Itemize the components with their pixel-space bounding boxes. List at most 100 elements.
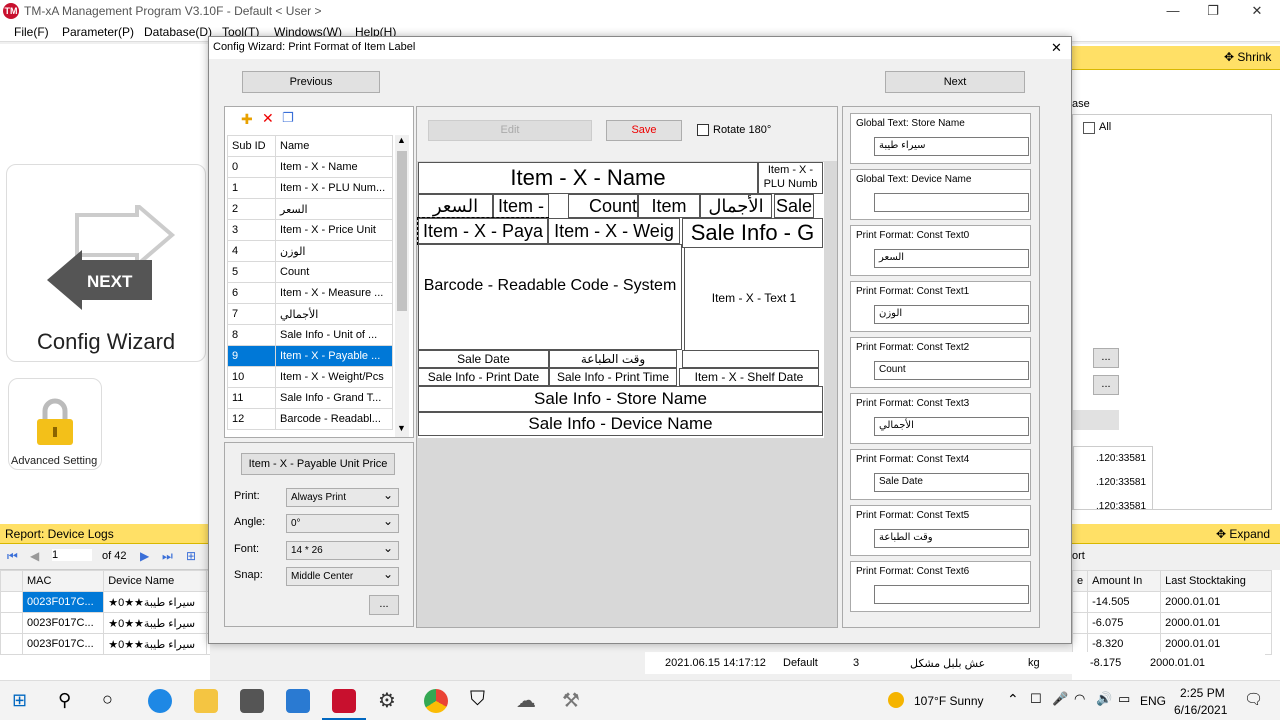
next-button[interactable]: Next xyxy=(885,71,1025,93)
menu-parameter[interactable]: Parameter(P) xyxy=(62,25,134,39)
label-field-barcode[interactable]: Barcode - Readable Code - System xyxy=(418,244,682,350)
col-last-stocktaking[interactable]: Last Stocktaking xyxy=(1160,570,1272,592)
mail-icon[interactable] xyxy=(286,689,310,713)
global-text-input[interactable]: السعر xyxy=(874,249,1029,268)
edit-button[interactable]: Edit xyxy=(428,120,592,141)
label-field-item-short[interactable]: Item - xyxy=(493,194,549,218)
label-field-store-name[interactable]: Sale Info - Store Name xyxy=(418,386,823,412)
prev-page-icon[interactable]: ◀ xyxy=(30,549,39,563)
save-button[interactable]: Save xyxy=(606,120,682,141)
task-view-icon[interactable]: ○ xyxy=(102,689,113,710)
list-item[interactable]: 5 Count xyxy=(227,261,393,283)
list-item[interactable]: 9 Item - X - Payable ... xyxy=(227,345,393,367)
first-page-icon[interactable]: ⏮ xyxy=(7,549,18,564)
label-field-text1[interactable]: Item - X - Text 1 xyxy=(684,248,823,350)
label-field-sale-date[interactable]: Sale Date xyxy=(418,350,549,368)
file-explorer-icon[interactable] xyxy=(194,689,218,713)
table-row[interactable]: 0023F017C...★0★★سيراء طيبة44 xyxy=(0,591,210,613)
battery-icon[interactable]: ▭ xyxy=(1118,691,1130,707)
global-text-input[interactable]: وقت الطباعة xyxy=(874,529,1029,548)
label-field-name[interactable]: Item - X - Name xyxy=(418,162,758,194)
list-item[interactable]: 10 Item - X - Weight/Pcs xyxy=(227,366,393,388)
tool-app-icon[interactable]: ⚒ xyxy=(562,688,580,713)
menu-database[interactable]: Database(D) xyxy=(144,25,212,39)
label-field-payable[interactable]: Item - X - Paya xyxy=(417,217,549,245)
col-sub-id[interactable]: Sub ID xyxy=(227,135,276,157)
label-field-shelf-date[interactable]: Item - X - Shelf Date xyxy=(679,368,819,386)
dialog-close-button[interactable]: ✕ xyxy=(1051,40,1062,56)
label-field-weight[interactable]: Item - X - Weig xyxy=(548,218,680,244)
table-row[interactable]: 0023F017C...★0★★سيراء طيبة42 xyxy=(0,633,210,655)
language-indicator[interactable]: ENG xyxy=(1140,694,1166,708)
label-field-print-date[interactable]: Sale Info - Print Date xyxy=(418,368,549,386)
list-item[interactable]: 11 Sale Info - Grand T... xyxy=(227,387,393,409)
tm-app-icon[interactable] xyxy=(332,689,356,713)
advanced-setting-tile[interactable]: Advanced Setting xyxy=(8,378,102,470)
angle-select[interactable]: 0° xyxy=(286,514,399,533)
label-field-item[interactable]: Item xyxy=(638,194,700,218)
list-item[interactable]: 12 Barcode - Readabl... xyxy=(227,408,393,430)
list-item[interactable]: 0 Item - X - Name xyxy=(227,156,393,178)
edge-icon[interactable] xyxy=(148,689,172,713)
copy-icon[interactable]: ❐ xyxy=(282,110,294,126)
list-item[interactable]: 1 Item - X - PLU Num... xyxy=(227,177,393,199)
list-item[interactable]: 4 الوزن xyxy=(227,240,393,262)
list-item[interactable]: 3 Item - X - Price Unit xyxy=(227,219,393,241)
selected-item-button[interactable]: Item - X - Payable Unit Price xyxy=(241,453,395,475)
wifi-icon[interactable]: ◠ xyxy=(1074,691,1085,707)
col-amount-in[interactable]: Amount In xyxy=(1087,570,1162,592)
clock-date[interactable]: 6/16/2021 xyxy=(1174,703,1227,717)
config-wizard-tile[interactable]: NEXT Config Wizard xyxy=(6,164,206,362)
global-text-input[interactable] xyxy=(874,193,1029,212)
list-item[interactable]: 2 السعر xyxy=(227,198,393,220)
font-select[interactable]: 14 * 26 xyxy=(286,541,399,560)
security-shield-icon[interactable]: ⛉ xyxy=(470,688,485,711)
print-select[interactable]: Always Print xyxy=(286,488,399,507)
label-field-device-name[interactable]: Sale Info - Device Name xyxy=(418,412,823,436)
close-app-button[interactable]: ✕ xyxy=(1234,0,1280,22)
rotate-checkbox[interactable] xyxy=(697,124,709,136)
label-field-empty[interactable] xyxy=(682,350,819,368)
col-name[interactable]: Name xyxy=(275,135,393,157)
search-icon[interactable]: ⚲ xyxy=(58,690,71,711)
label-field-print-time-ar[interactable]: وقت الطباعة xyxy=(549,350,677,368)
global-text-input[interactable]: الأجمالي xyxy=(874,417,1029,436)
global-text-input[interactable]: الوزن xyxy=(874,305,1029,324)
global-text-input[interactable] xyxy=(874,585,1029,604)
weather-text[interactable]: 107°F Sunny xyxy=(914,694,984,708)
cloud-app-icon[interactable]: ☁ xyxy=(516,688,536,713)
label-field-price[interactable]: السعر xyxy=(418,194,493,218)
label-field-total[interactable]: الأجمال xyxy=(700,194,772,218)
col-device-name[interactable]: Device Name xyxy=(103,570,208,592)
previous-button[interactable]: Previous xyxy=(242,71,380,93)
all-checkbox[interactable] xyxy=(1083,122,1095,134)
export-icon[interactable]: ⊞ xyxy=(186,549,196,563)
table-row[interactable]: -14.505 2000.01.01 xyxy=(1072,591,1272,613)
tray-chevron-icon[interactable]: ⌃ xyxy=(1007,691,1019,708)
microphone-icon[interactable]: 🎤 xyxy=(1052,691,1068,707)
clock-time[interactable]: 2:25 PM xyxy=(1180,686,1225,700)
more-options-button[interactable]: ... xyxy=(369,595,399,615)
label-canvas[interactable]: Item - X - Name Item - X - PLU Numb السع… xyxy=(417,162,824,438)
bottom-log-row[interactable]: 2021.06.15 14:17:12 Default 3 عش بلبل مش… xyxy=(645,652,1265,674)
table-row[interactable]: -6.075 2000.01.01 xyxy=(1072,612,1272,634)
page-input[interactable]: 1 xyxy=(52,549,92,561)
chrome-icon[interactable] xyxy=(424,689,448,713)
list-scrollbar[interactable]: ▲ ▼ xyxy=(395,135,409,437)
col-mac[interactable]: MAC xyxy=(21,570,105,592)
last-page-icon[interactable]: ⏭ xyxy=(162,549,173,564)
scrollbar-thumb[interactable] xyxy=(397,151,407,311)
maximize-button[interactable]: ❐ xyxy=(1190,0,1236,22)
next-page-icon[interactable]: ▶ xyxy=(140,549,149,563)
menu-file[interactable]: File(F) xyxy=(14,25,49,39)
browse-button-1[interactable]: ... xyxy=(1093,348,1119,368)
browse-button-2[interactable]: ... xyxy=(1093,375,1119,395)
label-field-sale-info-g[interactable]: Sale Info - G xyxy=(682,218,823,248)
label-field-count[interactable]: Count xyxy=(568,194,638,218)
windows-start-icon[interactable]: ⊞ xyxy=(12,690,27,711)
snap-select[interactable]: Middle Center xyxy=(286,567,399,586)
list-item[interactable]: 6 Item - X - Measure ... xyxy=(227,282,393,304)
right-bg-button[interactable] xyxy=(1073,410,1119,430)
label-field-print-time[interactable]: Sale Info - Print Time xyxy=(549,368,677,386)
list-item[interactable]: 7 الأجمالي xyxy=(227,303,393,325)
